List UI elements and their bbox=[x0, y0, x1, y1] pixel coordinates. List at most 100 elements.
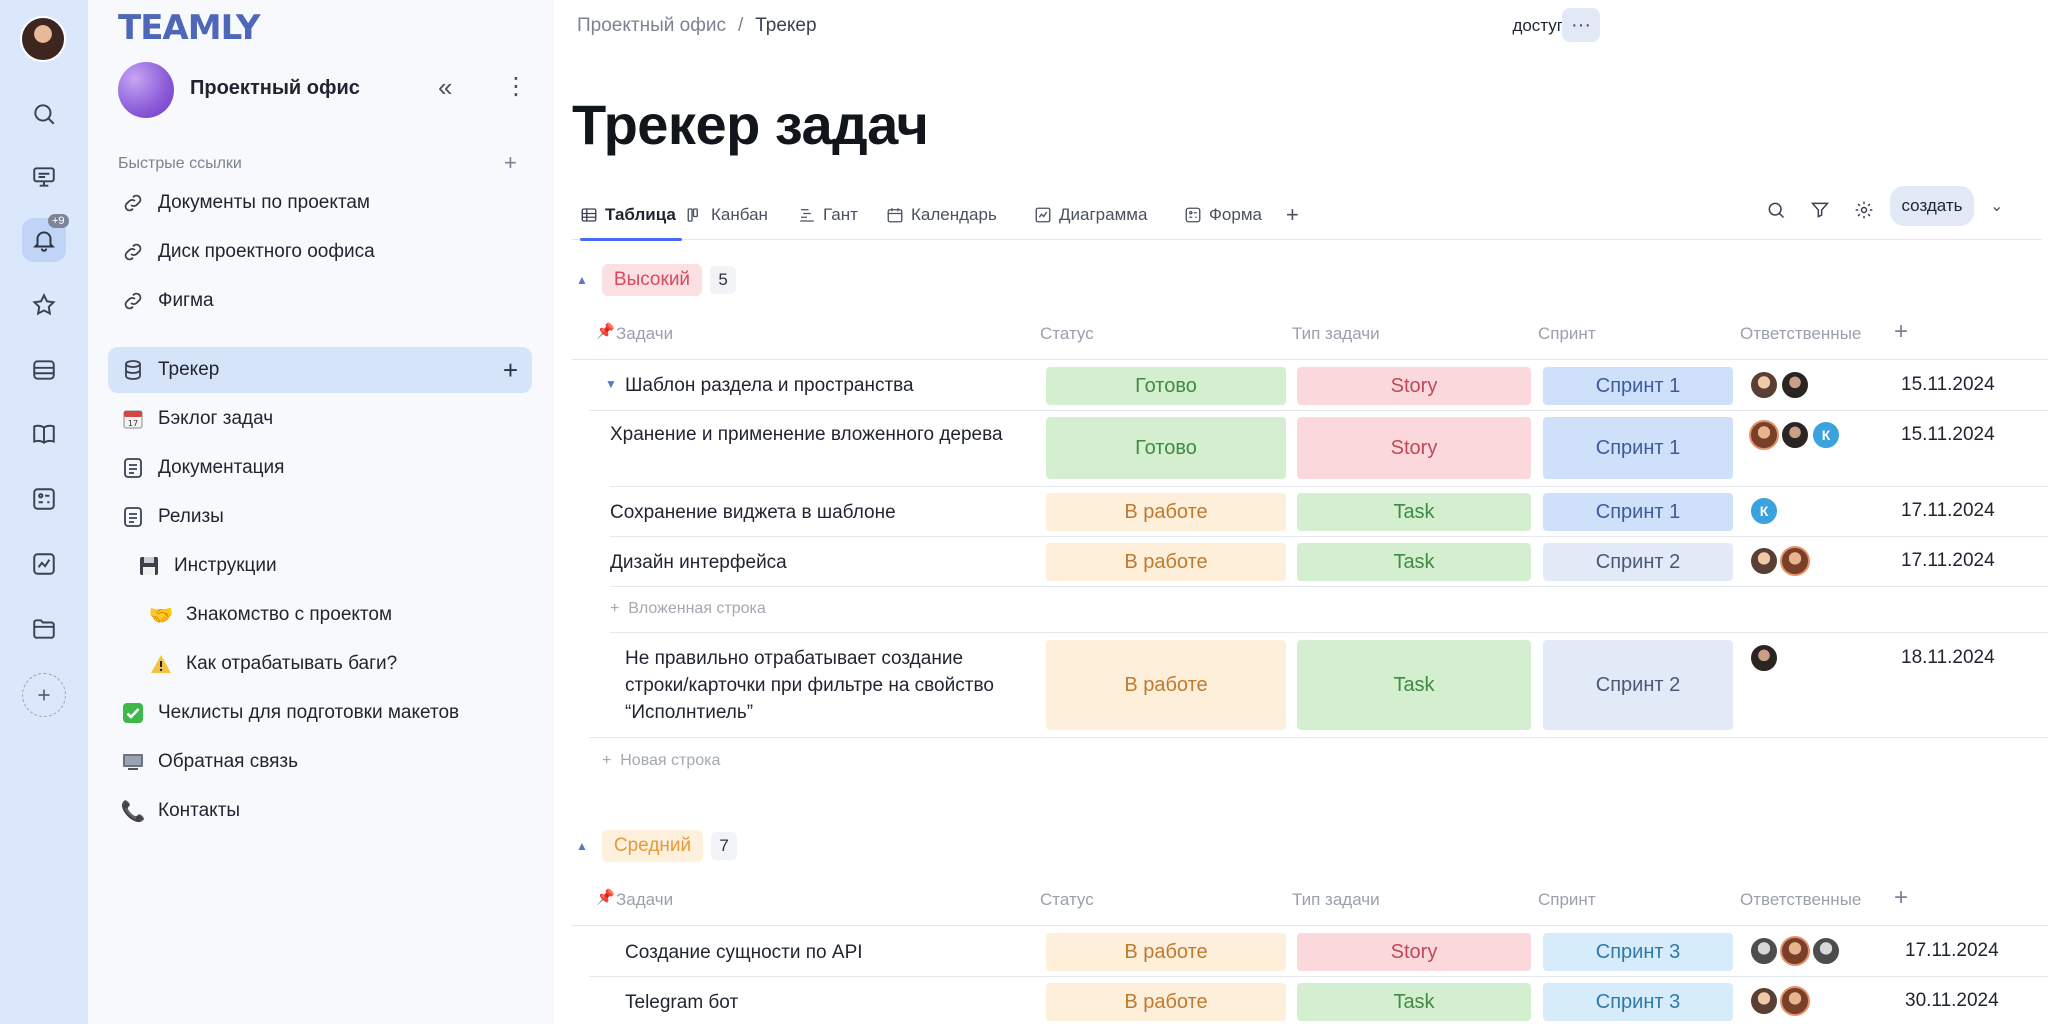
sidebar-item-releases[interactable]: Релизы bbox=[108, 494, 532, 540]
column-header-type[interactable]: Тип задачи bbox=[1292, 324, 1380, 344]
column-header-tasks[interactable]: Задачи bbox=[616, 324, 673, 344]
tab-kanban[interactable]: Канбан bbox=[686, 190, 768, 240]
sprint-badge[interactable]: Спринт 1 bbox=[1543, 417, 1733, 479]
sidebar-item-backlog[interactable]: 17 Бэклог задач bbox=[108, 396, 532, 442]
column-header-tasks[interactable]: Задачи bbox=[616, 890, 673, 910]
filter-icon[interactable] bbox=[1802, 192, 1838, 228]
breadcrumb-item[interactable]: Проектный офис bbox=[577, 15, 726, 36]
add-row-button[interactable]: + Новая строка bbox=[602, 752, 720, 770]
status-badge[interactable]: В работе bbox=[1046, 640, 1286, 730]
due-date[interactable]: 17.11.2024 bbox=[1905, 940, 1999, 962]
column-header-sprint[interactable]: Спринт bbox=[1538, 324, 1596, 344]
status-badge[interactable]: В работе bbox=[1046, 933, 1286, 971]
group-header-medium[interactable]: ▲ Средний 7 bbox=[576, 830, 738, 862]
column-header-assignees[interactable]: Ответственные bbox=[1740, 324, 1861, 344]
collapse-sidebar-icon[interactable]: « bbox=[438, 72, 452, 103]
table-row[interactable]: Сохранение виджета в шаблоне В работе Ta… bbox=[610, 487, 2048, 537]
breadcrumb-item[interactable]: Трекер bbox=[755, 15, 816, 36]
type-badge[interactable]: Task bbox=[1297, 640, 1531, 730]
workspace-avatar[interactable] bbox=[118, 62, 174, 118]
folder-icon[interactable] bbox=[22, 607, 66, 651]
search-icon[interactable] bbox=[22, 92, 66, 136]
sprint-badge[interactable]: Спринт 1 bbox=[1543, 367, 1733, 405]
sprint-badge[interactable]: Спринт 2 bbox=[1543, 640, 1733, 730]
add-workspace-icon[interactable] bbox=[22, 673, 66, 717]
sprint-badge[interactable]: Спринт 3 bbox=[1543, 933, 1733, 971]
status-badge[interactable]: В работе bbox=[1046, 983, 1286, 1021]
task-title[interactable]: Не правильно отрабатывает создание строк… bbox=[625, 645, 1025, 726]
table-row[interactable]: Не правильно отрабатывает создание строк… bbox=[589, 633, 2048, 738]
status-badge[interactable]: Готово bbox=[1046, 417, 1286, 479]
due-date[interactable]: 30.11.2024 bbox=[1905, 990, 1999, 1012]
due-date[interactable]: 17.11.2024 bbox=[1901, 500, 1995, 522]
chevron-down-icon[interactable]: ⌄ bbox=[1990, 196, 2003, 216]
quick-link-item[interactable]: Документы по проектам bbox=[108, 180, 532, 226]
type-badge[interactable]: Story bbox=[1297, 417, 1531, 479]
assignees[interactable] bbox=[1749, 986, 1811, 1016]
apps-icon[interactable] bbox=[22, 477, 66, 521]
workspace-more-icon[interactable]: ⋮ bbox=[504, 72, 528, 101]
sidebar-item-feedback[interactable]: Обратная связь bbox=[108, 739, 532, 785]
pin-icon[interactable]: 📌 bbox=[596, 322, 615, 340]
task-title[interactable]: Шаблон раздела и пространства bbox=[625, 372, 914, 399]
table-row[interactable]: Хранение и применение вложенного дерева … bbox=[610, 411, 2048, 487]
status-badge[interactable]: В работе bbox=[1046, 493, 1286, 531]
add-nested-row[interactable]: + Вложенная строка bbox=[610, 587, 2048, 633]
sidebar-item-checklists[interactable]: Чеклисты для подготовки макетов bbox=[108, 690, 532, 736]
task-title[interactable]: Дизайн интерфейса bbox=[610, 549, 787, 576]
more-icon[interactable]: ··· bbox=[1562, 8, 1600, 42]
tab-form[interactable]: Форма bbox=[1184, 190, 1262, 240]
task-title[interactable]: Telegram бот bbox=[625, 989, 738, 1016]
group-header-high[interactable]: ▲ Высокий 5 bbox=[576, 264, 737, 296]
task-title[interactable]: Сохранение виджета в шаблоне bbox=[610, 499, 896, 526]
sprint-badge[interactable]: Спринт 3 bbox=[1543, 983, 1733, 1021]
assignees[interactable] bbox=[1749, 370, 1811, 400]
add-nested-row-label[interactable]: + Вложенная строка bbox=[610, 600, 766, 618]
collapse-group-icon[interactable]: ▲ bbox=[576, 839, 588, 853]
type-badge[interactable]: Task bbox=[1297, 543, 1531, 581]
expand-row-icon[interactable]: ▼ bbox=[605, 377, 617, 391]
sprint-badge[interactable]: Спринт 2 bbox=[1543, 543, 1733, 581]
assignees[interactable]: К bbox=[1749, 496, 1780, 526]
table-row[interactable]: Создание сущности по API В работе Story … bbox=[589, 927, 2048, 977]
assignees[interactable] bbox=[1749, 643, 1780, 673]
sidebar-item-onboarding[interactable]: 🤝 Знакомство с проектом bbox=[108, 592, 532, 638]
column-header-sprint[interactable]: Спринт bbox=[1538, 890, 1596, 910]
star-icon[interactable] bbox=[22, 283, 66, 327]
due-date[interactable]: 17.11.2024 bbox=[1901, 550, 1995, 572]
chart-icon[interactable] bbox=[22, 542, 66, 586]
book-icon[interactable] bbox=[22, 412, 66, 456]
add-page-icon[interactable]: + bbox=[503, 355, 518, 386]
user-avatar[interactable] bbox=[20, 16, 66, 62]
add-quick-link-icon[interactable]: + bbox=[504, 150, 517, 176]
assignees[interactable] bbox=[1749, 936, 1842, 966]
column-header-assignees[interactable]: Ответственные bbox=[1740, 890, 1861, 910]
inbox-icon[interactable] bbox=[22, 348, 66, 392]
column-header-status[interactable]: Статус bbox=[1040, 324, 1094, 344]
status-badge[interactable]: В работе bbox=[1046, 543, 1286, 581]
type-badge[interactable]: Story bbox=[1297, 933, 1531, 971]
sprint-badge[interactable]: Спринт 1 bbox=[1543, 493, 1733, 531]
settings-icon[interactable] bbox=[1846, 192, 1882, 228]
tab-table[interactable]: Таблица bbox=[580, 190, 682, 241]
tab-calendar[interactable]: Календарь bbox=[886, 190, 997, 240]
sidebar-item-contacts[interactable]: 📞 Контакты bbox=[108, 788, 532, 834]
task-title[interactable]: Хранение и применение вложенного дерева bbox=[610, 421, 1010, 448]
access-button[interactable]: доступ bbox=[1512, 16, 1566, 36]
table-row[interactable]: Дизайн интерфейса В работе Task Спринт 2… bbox=[610, 537, 2048, 587]
sidebar-item-instructions[interactable]: Инструкции bbox=[108, 543, 532, 589]
due-date[interactable]: 18.11.2024 bbox=[1901, 647, 1995, 669]
collapse-group-icon[interactable]: ▲ bbox=[576, 273, 588, 287]
add-column-icon[interactable]: + bbox=[1894, 884, 1908, 912]
sidebar-item-bugs[interactable]: Как отрабатывать баги? bbox=[108, 641, 532, 687]
due-date[interactable]: 15.11.2024 bbox=[1901, 374, 1995, 396]
tab-gantt[interactable]: Гант bbox=[798, 190, 858, 240]
workspace-name[interactable]: Проектный офис bbox=[190, 77, 360, 100]
app-logo[interactable]: TEAMLY bbox=[118, 8, 261, 48]
sidebar-item-tracker[interactable]: Трекер + bbox=[108, 347, 532, 393]
assignees[interactable]: К bbox=[1749, 420, 1842, 450]
quick-link-item[interactable]: Фигма bbox=[108, 278, 532, 324]
table-row[interactable]: Telegram бот В работе Task Спринт 3 30.1… bbox=[589, 977, 2048, 1024]
pin-icon[interactable]: 📌 bbox=[596, 888, 615, 906]
quick-link-item[interactable]: Диск проектного оофиса bbox=[108, 229, 532, 275]
